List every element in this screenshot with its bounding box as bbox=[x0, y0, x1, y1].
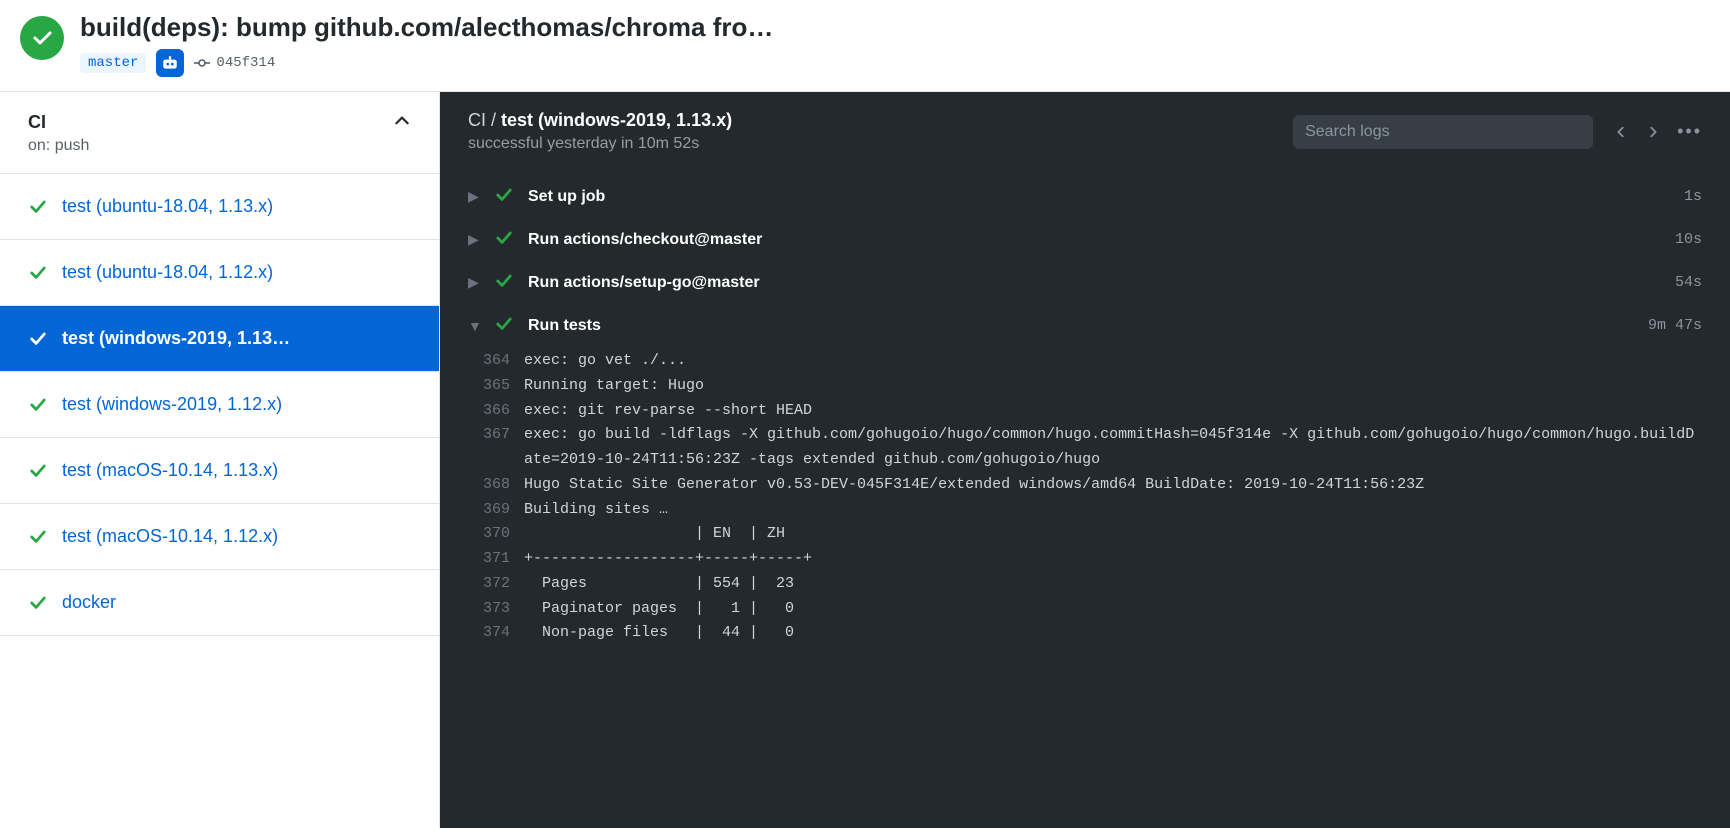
check-icon bbox=[494, 228, 514, 248]
line-text: exec: git rev-parse --short HEAD bbox=[524, 399, 1702, 424]
job-item[interactable]: test (windows-2019, 1.13… bbox=[0, 306, 439, 372]
bot-avatar-icon[interactable] bbox=[156, 49, 184, 77]
job-item[interactable]: test (macOS-10.14, 1.13.x) bbox=[0, 438, 439, 504]
step-name: Run tests bbox=[528, 317, 1634, 335]
search-logs-input[interactable] bbox=[1293, 115, 1593, 149]
line-text: exec: go build -ldflags -X github.com/go… bbox=[524, 423, 1702, 473]
step-row[interactable]: ▶ Run actions/setup-go@master 54s bbox=[440, 261, 1730, 304]
prev-match-button[interactable] bbox=[1609, 120, 1633, 144]
line-number: 374 bbox=[468, 621, 524, 646]
job-item[interactable]: test (ubuntu-18.04, 1.13.x) bbox=[0, 174, 439, 240]
check-icon bbox=[494, 185, 514, 205]
line-text: | EN | ZH bbox=[524, 522, 1702, 547]
line-number: 369 bbox=[468, 498, 524, 523]
check-icon bbox=[494, 314, 514, 334]
step-row[interactable]: ▼ Run tests 9m 47s bbox=[440, 304, 1730, 347]
line-number: 365 bbox=[468, 374, 524, 399]
log-options-button[interactable]: ••• bbox=[1677, 121, 1702, 142]
line-number: 370 bbox=[468, 522, 524, 547]
chevron-down-icon: ▼ bbox=[468, 318, 480, 334]
commit-sha: 045f314 bbox=[216, 55, 275, 71]
log-lines: 364exec: go vet ./...365Running target: … bbox=[440, 347, 1730, 656]
check-icon bbox=[28, 461, 48, 481]
log-line: 366exec: git rev-parse --short HEAD bbox=[440, 399, 1730, 424]
line-text: exec: go vet ./... bbox=[524, 349, 1702, 374]
job-label: test (ubuntu-18.04, 1.12.x) bbox=[62, 262, 273, 283]
collapse-button[interactable] bbox=[393, 112, 411, 133]
job-label: test (macOS-10.14, 1.13.x) bbox=[62, 460, 278, 481]
step-name: Run actions/setup-go@master bbox=[528, 274, 1661, 292]
line-text: Running target: Hugo bbox=[524, 374, 1702, 399]
log-line: 365Running target: Hugo bbox=[440, 374, 1730, 399]
workflow-trigger: on: push bbox=[28, 137, 89, 155]
line-number: 366 bbox=[468, 399, 524, 424]
line-text: Hugo Static Site Generator v0.53-DEV-045… bbox=[524, 473, 1702, 498]
job-item[interactable]: test (windows-2019, 1.12.x) bbox=[0, 372, 439, 438]
workflow-name: CI bbox=[28, 112, 89, 133]
log-line: 373 Paginator pages | 1 | 0 bbox=[440, 597, 1730, 622]
commit-icon bbox=[194, 55, 210, 71]
chevron-right-icon bbox=[1646, 125, 1660, 139]
job-label: docker bbox=[62, 592, 116, 613]
check-icon bbox=[28, 527, 48, 547]
log-status: successful yesterday in 10m 52s bbox=[468, 135, 1293, 153]
check-icon bbox=[28, 329, 48, 349]
step-row[interactable]: ▶ Run actions/checkout@master 10s bbox=[440, 218, 1730, 261]
job-item[interactable]: test (macOS-10.14, 1.12.x) bbox=[0, 504, 439, 570]
branch-badge[interactable]: master bbox=[80, 53, 146, 73]
line-number: 373 bbox=[468, 597, 524, 622]
chevron-right-icon: ▶ bbox=[468, 188, 480, 205]
step-duration: 54s bbox=[1675, 274, 1702, 291]
step-duration: 1s bbox=[1684, 188, 1702, 205]
line-number: 368 bbox=[468, 473, 524, 498]
job-label: test (windows-2019, 1.12.x) bbox=[62, 394, 282, 415]
log-pane: CI / test (windows-2019, 1.13.x) success… bbox=[440, 92, 1730, 828]
step-duration: 9m 47s bbox=[1648, 317, 1702, 334]
step-name: Run actions/checkout@master bbox=[528, 231, 1661, 249]
job-label: test (windows-2019, 1.13… bbox=[62, 328, 290, 349]
log-line: 371+------------------+-----+-----+ bbox=[440, 547, 1730, 572]
commit-link[interactable]: 045f314 bbox=[194, 55, 275, 71]
line-text: Pages | 554 | 23 bbox=[524, 572, 1702, 597]
chevron-right-icon: ▶ bbox=[468, 274, 480, 291]
check-icon bbox=[28, 263, 48, 283]
line-number: 372 bbox=[468, 572, 524, 597]
step-row[interactable]: ▶ Set up job 1s bbox=[440, 175, 1730, 218]
job-item[interactable]: docker bbox=[0, 570, 439, 636]
line-text: +------------------+-----+-----+ bbox=[524, 547, 1702, 572]
log-line: 369Building sites … bbox=[440, 498, 1730, 523]
line-text: Building sites … bbox=[524, 498, 1702, 523]
job-item[interactable]: test (ubuntu-18.04, 1.12.x) bbox=[0, 240, 439, 306]
chevron-right-icon: ▶ bbox=[468, 231, 480, 248]
log-line: 370 | EN | ZH bbox=[440, 522, 1730, 547]
job-label: test (ubuntu-18.04, 1.13.x) bbox=[62, 196, 273, 217]
line-number: 371 bbox=[468, 547, 524, 572]
log-line: 374 Non-page files | 44 | 0 bbox=[440, 621, 1730, 646]
check-icon bbox=[494, 271, 514, 291]
check-icon bbox=[28, 395, 48, 415]
run-status-success-icon bbox=[20, 16, 64, 60]
step-name: Set up job bbox=[528, 188, 1670, 206]
next-match-button[interactable] bbox=[1641, 120, 1665, 144]
line-number: 367 bbox=[468, 423, 524, 473]
log-line: 372 Pages | 554 | 23 bbox=[440, 572, 1730, 597]
log-line: 368Hugo Static Site Generator v0.53-DEV-… bbox=[440, 473, 1730, 498]
step-duration: 10s bbox=[1675, 231, 1702, 248]
line-text: Non-page files | 44 | 0 bbox=[524, 621, 1702, 646]
line-text: Paginator pages | 1 | 0 bbox=[524, 597, 1702, 622]
job-label: test (macOS-10.14, 1.12.x) bbox=[62, 526, 278, 547]
log-title: CI / test (windows-2019, 1.13.x) bbox=[468, 110, 1293, 131]
line-number: 364 bbox=[468, 349, 524, 374]
check-icon bbox=[28, 197, 48, 217]
chevron-up-icon bbox=[393, 112, 411, 130]
chevron-left-icon bbox=[1614, 125, 1628, 139]
log-line: 367exec: go build -ldflags -X github.com… bbox=[440, 423, 1730, 473]
check-icon bbox=[28, 593, 48, 613]
jobs-sidebar: CI on: push test (ubuntu-18.04, 1.13.x) t… bbox=[0, 92, 440, 828]
log-line: 364exec: go vet ./... bbox=[440, 349, 1730, 374]
run-header: build(deps): bump github.com/alecthomas/… bbox=[0, 0, 1730, 92]
run-title: build(deps): bump github.com/alecthomas/… bbox=[80, 12, 1710, 43]
